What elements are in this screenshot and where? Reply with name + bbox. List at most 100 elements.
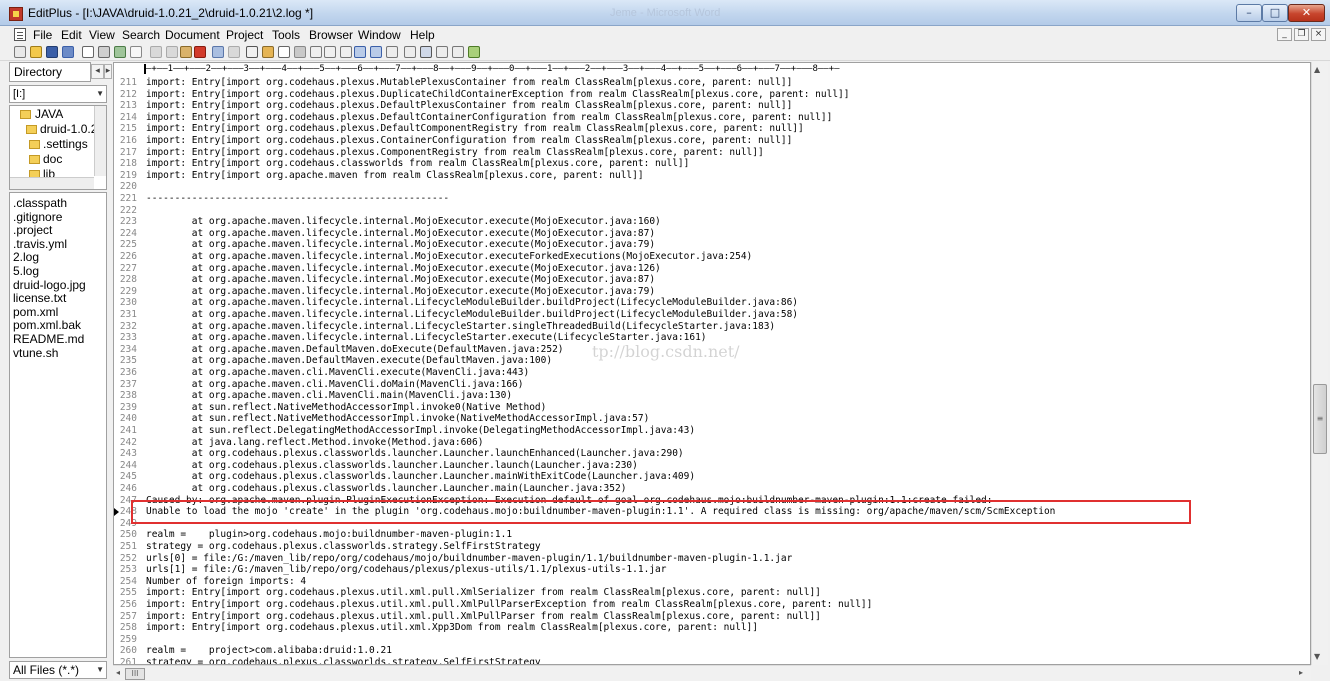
cut-icon[interactable] — [150, 46, 162, 58]
code-line[interactable]: at org.apache.maven.cli.MavenCli.execute… — [146, 367, 529, 379]
mdi-restore-button[interactable]: ❐ — [1294, 28, 1309, 41]
code-line[interactable]: at org.codehaus.plexus.classworlds.launc… — [146, 471, 695, 483]
code-line[interactable]: realm = project>com.alibaba:druid:1.0.21 — [146, 645, 392, 657]
code-line[interactable]: at sun.reflect.NativeMethodAccessorImpl.… — [146, 402, 547, 414]
undo-icon[interactable] — [212, 46, 224, 58]
scroll-up-icon[interactable]: ▲ — [1314, 65, 1320, 74]
menu-edit[interactable]: Edit — [61, 28, 82, 42]
text-editor[interactable]: —+——1——+———2——+———3——+———4——+———5——+———6… — [113, 62, 1311, 665]
menu-tools[interactable]: Tools — [272, 28, 300, 42]
ruler-icon[interactable] — [354, 46, 366, 58]
new-file-icon[interactable] — [14, 46, 26, 58]
tree-item-doc[interactable]: doc — [43, 152, 62, 166]
code-line[interactable]: import: Entry[import org.codehaus.plexus… — [146, 89, 850, 101]
code-line[interactable]: at org.apache.maven.lifecycle.internal.M… — [146, 216, 661, 228]
browser-preview-icon[interactable] — [130, 46, 142, 58]
menu-file[interactable]: File — [33, 28, 52, 42]
code-line[interactable]: at org.apache.maven.DefaultMaven.execute… — [146, 355, 552, 367]
close-button[interactable]: ✕ — [1288, 4, 1325, 22]
code-line[interactable]: import: Entry[import org.apache.maven fr… — [146, 170, 644, 182]
code-line[interactable]: Number of foreign imports: 4 — [146, 576, 306, 588]
file-filter-select[interactable]: All Files (*.*) ▼ — [9, 661, 107, 679]
file-item[interactable]: .project — [13, 223, 52, 237]
editor-vertical-scrollbar[interactable]: ▲ ≡ ▼ — [1311, 62, 1328, 665]
cliptext-icon[interactable] — [404, 46, 416, 58]
menu-window[interactable]: Window — [358, 28, 401, 42]
file-item[interactable]: vtune.sh — [13, 346, 58, 360]
user-tool-icon[interactable] — [436, 46, 448, 58]
file-item[interactable]: .classpath — [13, 196, 67, 210]
code-line[interactable]: import: Entry[import org.codehaus.plexus… — [146, 611, 821, 623]
code-line[interactable]: at org.apache.maven.lifecycle.internal.M… — [146, 274, 655, 286]
menu-browser[interactable]: Browser — [309, 28, 353, 42]
menu-search[interactable]: Search — [122, 28, 160, 42]
menu-view[interactable]: View — [89, 28, 115, 42]
code-line[interactable]: at org.apache.maven.cli.MavenCli.doMain(… — [146, 379, 524, 391]
word-wrap-icon[interactable] — [340, 46, 352, 58]
open-folder-icon[interactable] — [30, 46, 42, 58]
code-line[interactable]: at org.apache.maven.lifecycle.internal.L… — [146, 297, 798, 309]
file-item[interactable]: 5.log — [13, 264, 39, 278]
code-line[interactable]: at org.apache.maven.lifecycle.internal.M… — [146, 239, 655, 251]
code-line[interactable]: at java.lang.reflect.Method.invoke(Metho… — [146, 437, 484, 449]
menu-help[interactable]: Help — [410, 28, 435, 42]
save-all-icon[interactable] — [62, 46, 74, 58]
code-line[interactable]: at org.apache.maven.lifecycle.internal.M… — [146, 228, 655, 240]
font-icon[interactable] — [310, 46, 322, 58]
output-window-icon[interactable] — [420, 46, 432, 58]
file-item[interactable]: README.md — [13, 332, 84, 346]
hex-view-icon[interactable] — [324, 46, 336, 58]
code-line[interactable]: strategy = org.codehaus.plexus.classworl… — [146, 541, 541, 553]
code-line[interactable]: ----------------------------------------… — [146, 193, 449, 205]
document-icon[interactable] — [14, 28, 26, 41]
drive-select[interactable]: [I:] ▼ — [9, 85, 107, 103]
menu-document[interactable]: Document — [165, 28, 220, 42]
file-item[interactable]: .travis.yml — [13, 237, 67, 251]
code-line[interactable]: import: Entry[import org.codehaus.plexus… — [146, 100, 792, 112]
spell-check-icon[interactable] — [114, 46, 126, 58]
code-line[interactable]: import: Entry[import org.codehaus.plexus… — [146, 123, 804, 135]
code-line[interactable]: import: Entry[import org.codehaus.plexus… — [146, 622, 758, 634]
code-line[interactable]: at org.apache.maven.cli.MavenCli.main(Ma… — [146, 390, 512, 402]
code-line[interactable]: import: Entry[import org.codehaus.plexus… — [146, 77, 792, 89]
paste-icon[interactable] — [180, 46, 192, 58]
sidebar-next-tab-button[interactable]: ▸ — [104, 64, 112, 79]
minimize-button[interactable]: – — [1236, 4, 1262, 22]
scroll-down-icon[interactable]: ▼ — [1314, 652, 1320, 661]
code-line[interactable]: at org.codehaus.plexus.classworlds.launc… — [146, 483, 627, 495]
find-in-files-icon[interactable] — [278, 46, 290, 58]
file-item[interactable]: license.txt — [13, 291, 66, 305]
code-line[interactable]: import: Entry[import org.codehaus.plexus… — [146, 587, 821, 599]
code-line[interactable]: at org.apache.maven.lifecycle.internal.L… — [146, 309, 798, 321]
code-line[interactable]: realm = plugin>org.codehaus.mojo:buildnu… — [146, 529, 512, 541]
redo-icon[interactable] — [228, 46, 240, 58]
code-line[interactable]: at org.codehaus.plexus.classworlds.launc… — [146, 460, 638, 472]
print-preview-icon[interactable] — [82, 46, 94, 58]
code-line[interactable]: urls[0] = file:/G:/maven_lib/repo/org/co… — [146, 553, 792, 565]
code-line[interactable]: at org.apache.maven.lifecycle.internal.M… — [146, 263, 661, 275]
line-number-icon[interactable] — [370, 46, 382, 58]
replace-icon[interactable] — [262, 46, 274, 58]
code-line[interactable]: at sun.reflect.DelegatingMethodAccessorI… — [146, 425, 695, 437]
code-line[interactable]: at org.apache.maven.lifecycle.internal.M… — [146, 251, 753, 263]
code-line[interactable]: at sun.reflect.NativeMethodAccessorImpl.… — [146, 413, 650, 425]
vertical-scroll-thumb[interactable]: ≡ — [1313, 384, 1327, 454]
file-item[interactable]: pom.xml — [13, 305, 58, 319]
code-line[interactable]: at org.apache.maven.lifecycle.internal.L… — [146, 321, 775, 333]
copy-icon[interactable] — [166, 46, 178, 58]
file-item[interactable]: 2.log — [13, 250, 39, 264]
tree-item-settings[interactable]: .settings — [43, 137, 88, 151]
editor-horizontal-scrollbar[interactable]: ◂ III ▸ — [113, 665, 1311, 681]
horizontal-scroll-thumb[interactable]: III — [125, 668, 145, 680]
delete-icon[interactable] — [194, 46, 206, 58]
tree-item-java[interactable]: JAVA — [35, 107, 63, 121]
code-line[interactable]: at org.apache.maven.lifecycle.internal.M… — [146, 286, 655, 298]
find-icon[interactable] — [246, 46, 258, 58]
code-line[interactable]: urls[1] = file:/G:/maven_lib/repo/org/co… — [146, 564, 666, 576]
directory-tab[interactable]: Directory — [9, 62, 91, 82]
save-icon[interactable] — [46, 46, 58, 58]
tree-vertical-scrollbar[interactable] — [94, 106, 106, 176]
code-line[interactable]: import: Entry[import org.codehaus.plexus… — [146, 135, 792, 147]
code-line[interactable]: at org.apache.maven.DefaultMaven.doExecu… — [146, 344, 564, 356]
maximize-button[interactable]: □ — [1262, 4, 1288, 22]
